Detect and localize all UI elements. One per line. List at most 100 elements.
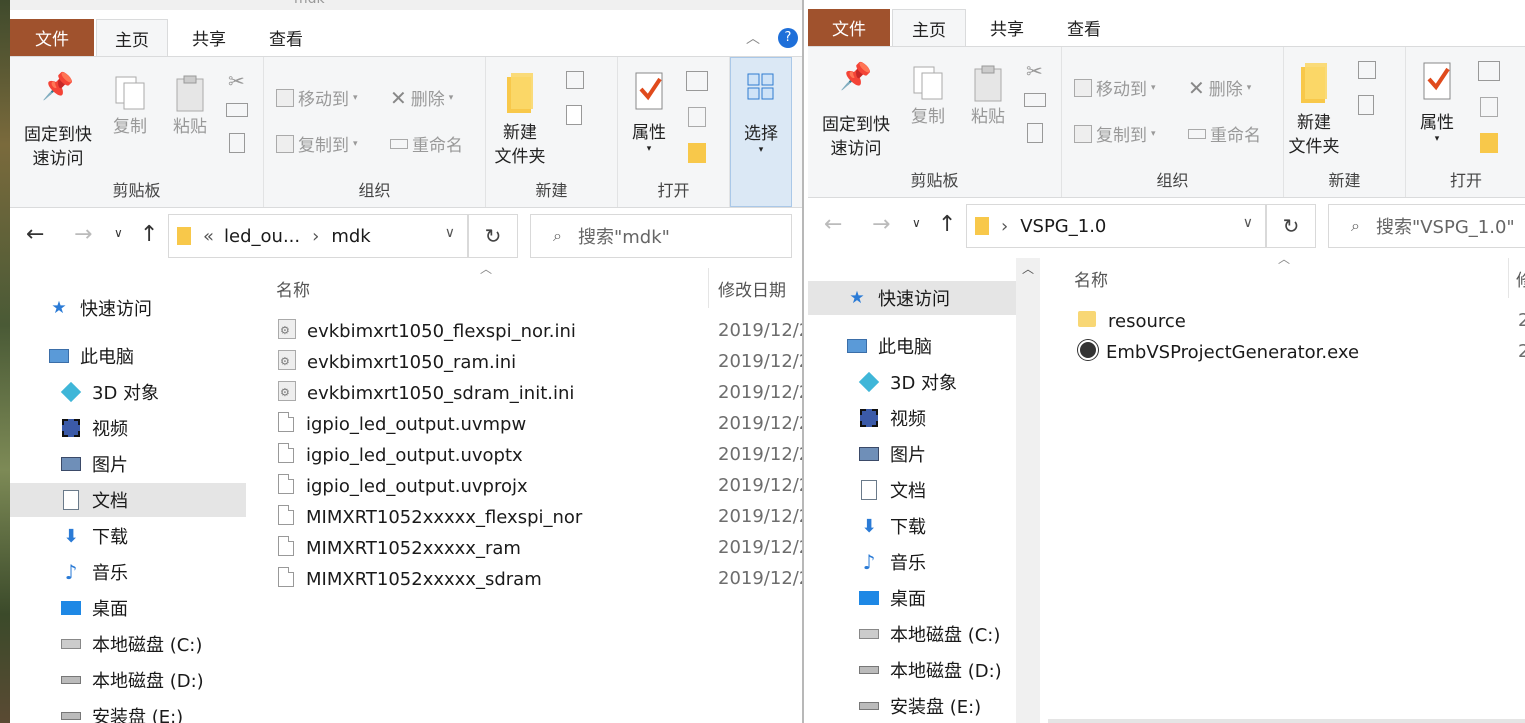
new-item-icon[interactable] bbox=[1358, 61, 1376, 79]
pin-quick-access-button[interactable]: 📌 固定到快 速访问 bbox=[16, 74, 100, 171]
paste-button[interactable]: 粘贴 bbox=[960, 65, 1016, 129]
nav-item-star[interactable]: ★ 快速访问 bbox=[808, 281, 1016, 315]
nav-scrollbar[interactable]: ︿ bbox=[1016, 258, 1040, 723]
up-icon[interactable]: ↑ bbox=[938, 212, 956, 237]
back-icon[interactable]: ← bbox=[26, 222, 44, 247]
overflow-chevron[interactable]: « bbox=[203, 226, 214, 247]
easy-access-icon[interactable] bbox=[566, 105, 582, 125]
nav-item-documents[interactable]: 文档 bbox=[808, 473, 1016, 507]
copy-button[interactable]: 复制 bbox=[102, 75, 158, 139]
nav-item-documents[interactable]: 文档 bbox=[10, 483, 246, 517]
file-row[interactable]: evkbimxrt1050_flexspi_nor.ini bbox=[278, 316, 576, 346]
file-row[interactable]: igpio_led_output.uvmpw bbox=[278, 409, 526, 439]
scroll-up-icon[interactable]: ︿ bbox=[1022, 260, 1034, 277]
file-row[interactable]: igpio_led_output.uvprojx bbox=[278, 471, 528, 501]
file-row[interactable]: MIMXRT1052xxxxx_flexspi_nor bbox=[278, 502, 582, 532]
move-to-button[interactable]: 移动到 ▾ bbox=[1074, 75, 1156, 100]
column-divider[interactable] bbox=[1508, 258, 1509, 298]
nav-item-3d-objects[interactable]: 3D 对象 bbox=[808, 365, 1016, 399]
address-dropdown-icon[interactable]: ∨ bbox=[1243, 215, 1253, 231]
easy-access-icon[interactable] bbox=[1358, 95, 1374, 115]
paste-shortcut-icon[interactable] bbox=[229, 133, 245, 153]
nav-item-video[interactable]: 视频 bbox=[808, 401, 1016, 435]
new-folder-button[interactable]: 新建 文件夹 bbox=[1284, 61, 1344, 159]
file-row[interactable]: MIMXRT1052xxxxx_ram bbox=[278, 533, 521, 563]
column-divider[interactable] bbox=[708, 268, 709, 308]
column-header-date[interactable]: 修 bbox=[1516, 266, 1525, 291]
nav-item-computer[interactable]: 此电脑 bbox=[10, 339, 246, 373]
recent-locations-icon[interactable]: ∨ bbox=[114, 226, 123, 240]
nav-item-star[interactable]: ★ 快速访问 bbox=[10, 291, 246, 325]
tab-home[interactable]: 主页 bbox=[892, 9, 966, 47]
nav-item-desktop[interactable]: 桌面 bbox=[808, 581, 1016, 615]
column-header-name[interactable]: 名称 bbox=[276, 276, 310, 301]
nav-item-computer[interactable]: 此电脑 bbox=[808, 329, 1016, 363]
forward-icon[interactable]: → bbox=[872, 212, 890, 237]
refresh-icon[interactable]: ↻ bbox=[1266, 204, 1316, 248]
breadcrumb-separator-icon[interactable]: › bbox=[312, 226, 319, 247]
tab-share[interactable]: 共享 bbox=[172, 19, 246, 56]
help-icon[interactable]: ? bbox=[778, 28, 798, 48]
file-row[interactable]: EmbVSProjectGenerator.exe bbox=[1078, 337, 1359, 367]
address-box[interactable]: « led_ou... › mdk ∨ bbox=[168, 214, 468, 258]
history-icon[interactable] bbox=[688, 143, 706, 163]
copy-to-button[interactable]: 复制到 ▾ bbox=[1074, 121, 1156, 146]
tab-file[interactable]: 文件 bbox=[808, 9, 890, 46]
paste-button[interactable]: 粘贴 bbox=[162, 75, 218, 139]
paste-shortcut-icon[interactable] bbox=[1027, 123, 1043, 143]
delete-button[interactable]: ✕ 删除 ▾ bbox=[1188, 75, 1251, 101]
nav-item-music[interactable]: ♪ 音乐 bbox=[808, 545, 1016, 579]
open-icon[interactable] bbox=[1478, 61, 1500, 81]
nav-item-pictures[interactable]: 图片 bbox=[808, 437, 1016, 471]
nav-item-drive-c[interactable]: 本地磁盘 (C:) bbox=[808, 617, 1016, 651]
cut-icon[interactable]: ✂ bbox=[1026, 59, 1043, 83]
tab-view[interactable]: 查看 bbox=[248, 19, 324, 56]
back-icon[interactable]: ← bbox=[824, 212, 842, 237]
new-item-icon[interactable] bbox=[566, 71, 584, 89]
cut-icon[interactable]: ✂ bbox=[228, 69, 245, 93]
nav-item-desktop[interactable]: 桌面 bbox=[10, 591, 246, 625]
forward-icon[interactable]: → bbox=[74, 222, 92, 247]
nav-item-3d-objects[interactable]: 3D 对象 bbox=[10, 375, 246, 409]
up-icon[interactable]: ↑ bbox=[140, 222, 158, 247]
pin-quick-access-button[interactable]: 📌 固定到快 速访问 bbox=[814, 64, 898, 161]
edit-icon[interactable] bbox=[1480, 97, 1498, 117]
edit-icon[interactable] bbox=[688, 107, 706, 127]
file-row[interactable]: evkbimxrt1050_sdram_init.ini bbox=[278, 378, 574, 408]
tab-share[interactable]: 共享 bbox=[970, 9, 1044, 46]
nav-item-music[interactable]: ♪ 音乐 bbox=[10, 555, 246, 589]
properties-button[interactable]: 属性 ▾ bbox=[1412, 61, 1462, 144]
search-input[interactable]: ⌕ 搜索"VSPG_1.0" bbox=[1328, 204, 1525, 248]
file-row[interactable]: evkbimxrt1050_ram.ini bbox=[278, 347, 516, 377]
nav-item-pictures[interactable]: 图片 bbox=[10, 447, 246, 481]
select-button[interactable]: 选择 ▾ bbox=[730, 57, 792, 207]
breadcrumb-vspg[interactable]: VSPG_1.0 bbox=[1020, 216, 1106, 237]
address-dropdown-icon[interactable]: ∨ bbox=[445, 225, 455, 241]
file-row[interactable]: resource bbox=[1078, 306, 1186, 336]
nav-item-drive[interactable]: 本地磁盘 (D:) bbox=[10, 663, 246, 697]
rename-button[interactable]: 重命名 bbox=[390, 131, 463, 156]
collapse-ribbon-icon[interactable]: ︿ bbox=[738, 19, 768, 56]
rename-button[interactable]: 重命名 bbox=[1188, 121, 1261, 146]
history-icon[interactable] bbox=[1480, 133, 1498, 153]
properties-button[interactable]: 属性 ▾ bbox=[624, 71, 674, 154]
file-row[interactable]: igpio_led_output.uvoptx bbox=[278, 440, 523, 470]
column-header-date[interactable]: 修改日期 bbox=[718, 276, 786, 301]
copy-to-button[interactable]: 复制到 ▾ bbox=[276, 131, 358, 156]
nav-item-drive[interactable]: 安装盘 (E:) bbox=[10, 699, 246, 723]
tab-view[interactable]: 查看 bbox=[1046, 9, 1122, 46]
hscroll-track[interactable] bbox=[1048, 719, 1525, 723]
copy-button[interactable]: 复制 bbox=[900, 65, 956, 129]
search-input[interactable]: ⌕ 搜索"mdk" bbox=[530, 214, 792, 258]
breadcrumb-separator-icon[interactable]: › bbox=[1001, 216, 1008, 237]
tab-file[interactable]: 文件 bbox=[10, 19, 94, 56]
file-row[interactable]: MIMXRT1052xxxxx_sdram bbox=[278, 564, 542, 594]
tab-home[interactable]: 主页 bbox=[96, 19, 168, 57]
nav-item-video[interactable]: 视频 bbox=[10, 411, 246, 445]
new-folder-button[interactable]: 新建 文件夹 bbox=[490, 71, 550, 169]
move-to-button[interactable]: 移动到 ▾ bbox=[276, 85, 358, 110]
breadcrumb-led-output[interactable]: led_ou... bbox=[224, 226, 300, 247]
nav-item-drive-c[interactable]: 本地磁盘 (C:) bbox=[10, 627, 246, 661]
nav-item-drive[interactable]: 本地磁盘 (D:) bbox=[808, 653, 1016, 687]
nav-item-download[interactable]: ⬇ 下载 bbox=[808, 509, 1016, 543]
